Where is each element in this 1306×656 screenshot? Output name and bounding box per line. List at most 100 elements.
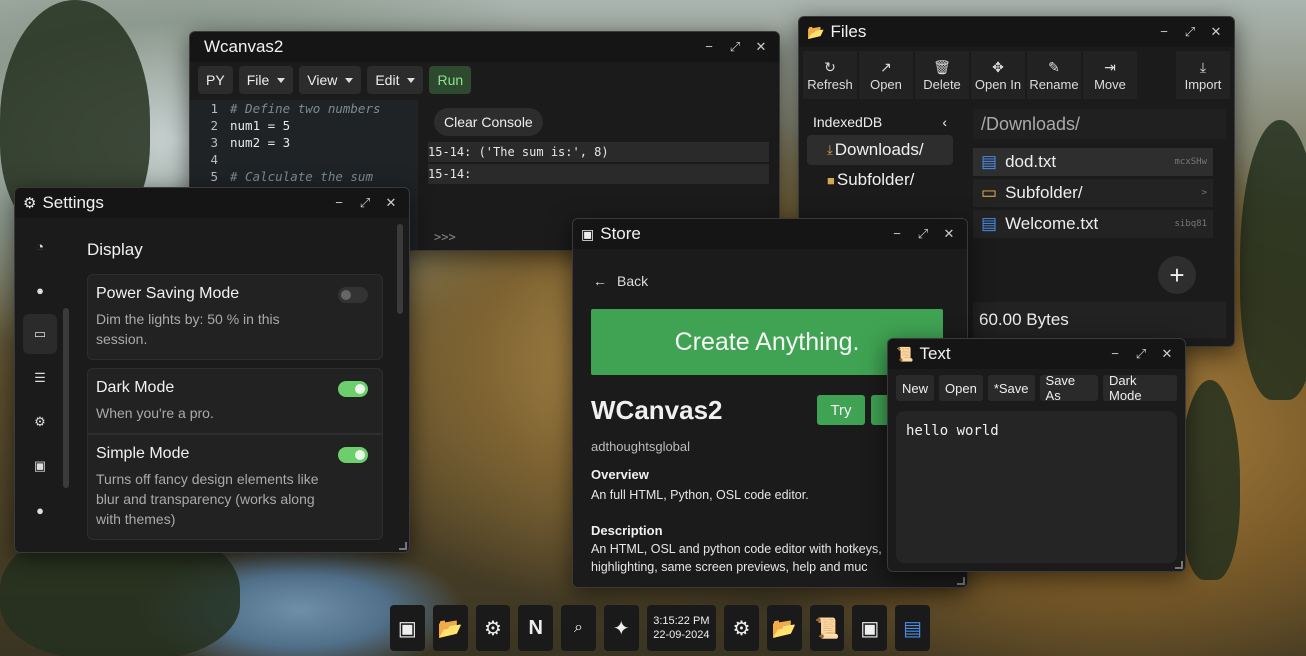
- save-as-button[interactable]: Save As: [1039, 373, 1099, 403]
- file-name: dod.txt: [1005, 152, 1057, 171]
- file-menu[interactable]: File: [238, 66, 294, 94]
- maximize-button[interactable]: ⤢: [1184, 24, 1196, 40]
- chevron-left-icon[interactable]: ‹: [942, 114, 947, 130]
- minimize-button[interactable]: −: [703, 39, 715, 55]
- resize-handle[interactable]: [1175, 561, 1183, 569]
- minimize-button[interactable]: −: [1109, 346, 1121, 362]
- monitor-icon[interactable]: ▭: [23, 314, 57, 354]
- refresh-label: Refresh: [807, 76, 853, 92]
- minimize-button[interactable]: −: [333, 195, 345, 211]
- close-button[interactable]: ✕: [1210, 24, 1222, 40]
- maximize-button[interactable]: ⤢: [729, 39, 741, 55]
- clear-console-button[interactable]: Clear Console: [434, 108, 543, 136]
- scrollbar[interactable]: [63, 308, 69, 488]
- move-button[interactable]: ⇥ Move: [1083, 51, 1137, 99]
- console-prompt[interactable]: >>>: [434, 230, 456, 244]
- edit-menu-label: Edit: [375, 72, 400, 88]
- store-icon[interactable]: ▣: [23, 446, 57, 486]
- sidebar-item-subfolder[interactable]: ■ Subfolder/: [807, 165, 953, 195]
- text-area[interactable]: hello world: [896, 411, 1177, 563]
- back-button[interactable]: ← Back: [593, 273, 648, 289]
- overview-heading: Overview: [591, 467, 649, 482]
- run-button[interactable]: Run: [429, 66, 472, 94]
- try-button[interactable]: Try: [817, 395, 865, 425]
- code-line: 4: [190, 151, 418, 168]
- scroll-icon: 📜: [896, 345, 914, 362]
- info-icon[interactable]: ●: [23, 490, 57, 530]
- code-text: # Define two numbers: [230, 101, 381, 116]
- move-label: Move: [1094, 76, 1126, 92]
- delete-button[interactable]: 🗑 Delete: [915, 51, 969, 99]
- open-button[interactable]: ↗ Open: [859, 51, 913, 99]
- gear-icon[interactable]: ⚙: [724, 605, 759, 651]
- store-icon[interactable]: ▣: [852, 605, 888, 651]
- minimize-button[interactable]: −: [891, 226, 903, 242]
- move-folder-icon: ⇥: [1104, 58, 1116, 75]
- resize-handle[interactable]: [957, 577, 965, 585]
- close-button[interactable]: ✕: [1161, 346, 1173, 362]
- maximize-button[interactable]: ⤢: [359, 195, 371, 211]
- code-text: # Calculate the sum: [230, 169, 373, 184]
- import-button[interactable]: ⤓ Import: [1176, 51, 1230, 99]
- add-button[interactable]: +: [1158, 256, 1196, 294]
- new-button[interactable]: New: [896, 375, 935, 401]
- n-logo-icon[interactable]: N: [518, 605, 554, 651]
- rename-button[interactable]: ✎ Rename: [1027, 51, 1081, 99]
- close-button[interactable]: ✕: [943, 226, 955, 242]
- refresh-button[interactable]: ↻ Refresh: [803, 51, 857, 99]
- scroll-icon[interactable]: 📜: [809, 605, 845, 651]
- view-menu[interactable]: View: [299, 66, 362, 94]
- open-button[interactable]: Open: [939, 375, 983, 401]
- edit-menu[interactable]: Edit: [367, 66, 424, 94]
- sidebar-root[interactable]: IndexedDB ‹: [807, 109, 953, 135]
- titlebar[interactable]: ⚙ Settings − ⤢ ✕: [15, 188, 409, 218]
- resize-handle[interactable]: [399, 542, 407, 550]
- gear-icon[interactable]: ⚙: [23, 402, 57, 442]
- titlebar[interactable]: 📜 Text − ⤢ ✕: [888, 339, 1185, 369]
- store-icon[interactable]: ▣: [390, 605, 425, 651]
- titlebar[interactable]: Wcanvas2 − ⤢ ✕: [190, 32, 779, 62]
- file-icon: ▤: [981, 214, 998, 233]
- simple-mode-toggle[interactable]: [338, 447, 368, 463]
- titlebar[interactable]: ▣ Store − ⤢ ✕: [573, 219, 967, 249]
- clock[interactable]: 3:15:22 PM 22-09-2024: [646, 605, 717, 651]
- power-saving-toggle[interactable]: [338, 287, 368, 303]
- settings-window[interactable]: ⚙ Settings − ⤢ ✕ ◔ ● ▭ ☰ ⚙ ▣ ● Display P…: [14, 187, 410, 553]
- minimize-button[interactable]: −: [1158, 24, 1170, 40]
- user-icon[interactable]: ●: [23, 270, 57, 310]
- sidebar-item-downloads[interactable]: ⤓ Downloads/: [807, 135, 953, 165]
- path-bar[interactable]: /Downloads/: [973, 109, 1226, 139]
- language-button[interactable]: PY: [198, 66, 233, 94]
- open-in-button[interactable]: ✥ Open In: [971, 51, 1025, 99]
- sparkle-icon[interactable]: ✦: [603, 605, 639, 651]
- folder-icon[interactable]: 📂: [432, 605, 468, 651]
- code-text: num1 = 5: [230, 118, 291, 133]
- code-line: 5 # Calculate the sum: [190, 168, 418, 185]
- text-editor-window[interactable]: 📜 Text − ⤢ ✕ New Open *Save Save As Dark…: [887, 338, 1186, 572]
- titlebar[interactable]: 📂 Files − ⤢ ✕: [799, 17, 1234, 47]
- list-item[interactable]: ▤ Welcome.txt sibq81: [973, 210, 1213, 238]
- download-icon: ⤓: [1199, 58, 1207, 75]
- maximize-button[interactable]: ⤢: [1135, 346, 1147, 362]
- list-item[interactable]: ▤ dod.txt mcxSHw: [973, 148, 1213, 176]
- search-list-icon[interactable]: ☰: [23, 358, 57, 398]
- taskbar: ▣ 📂 ⚙ N ⌕ ✦ 3:15:22 PM 22-09-2024 ⚙ 📂 📜 …: [390, 604, 930, 652]
- close-button[interactable]: ✕: [385, 195, 397, 211]
- dark-mode-toggle[interactable]: [338, 381, 368, 397]
- maximize-button[interactable]: ⤢: [917, 226, 929, 242]
- toolbar: PY File View Edit Run: [190, 62, 779, 98]
- dark-mode-button[interactable]: Dark Mode: [1103, 373, 1177, 403]
- folder-icon[interactable]: 📂: [766, 605, 802, 651]
- close-button[interactable]: ✕: [755, 39, 767, 55]
- root-label: IndexedDB: [813, 114, 883, 130]
- trash-icon: 🗑: [933, 58, 951, 75]
- edit-file-icon: ✎: [1048, 58, 1060, 75]
- chevron-down-icon: [345, 77, 354, 83]
- speedometer-icon[interactable]: ◔: [23, 226, 57, 266]
- gear-icon[interactable]: ⚙: [475, 605, 511, 651]
- search-icon[interactable]: ⌕: [561, 605, 596, 651]
- scrollbar[interactable]: [397, 224, 403, 314]
- list-item[interactable]: ▭ Subfolder/ >: [973, 179, 1213, 207]
- docs-icon[interactable]: ▤: [895, 605, 930, 651]
- save-button[interactable]: *Save: [987, 375, 1035, 401]
